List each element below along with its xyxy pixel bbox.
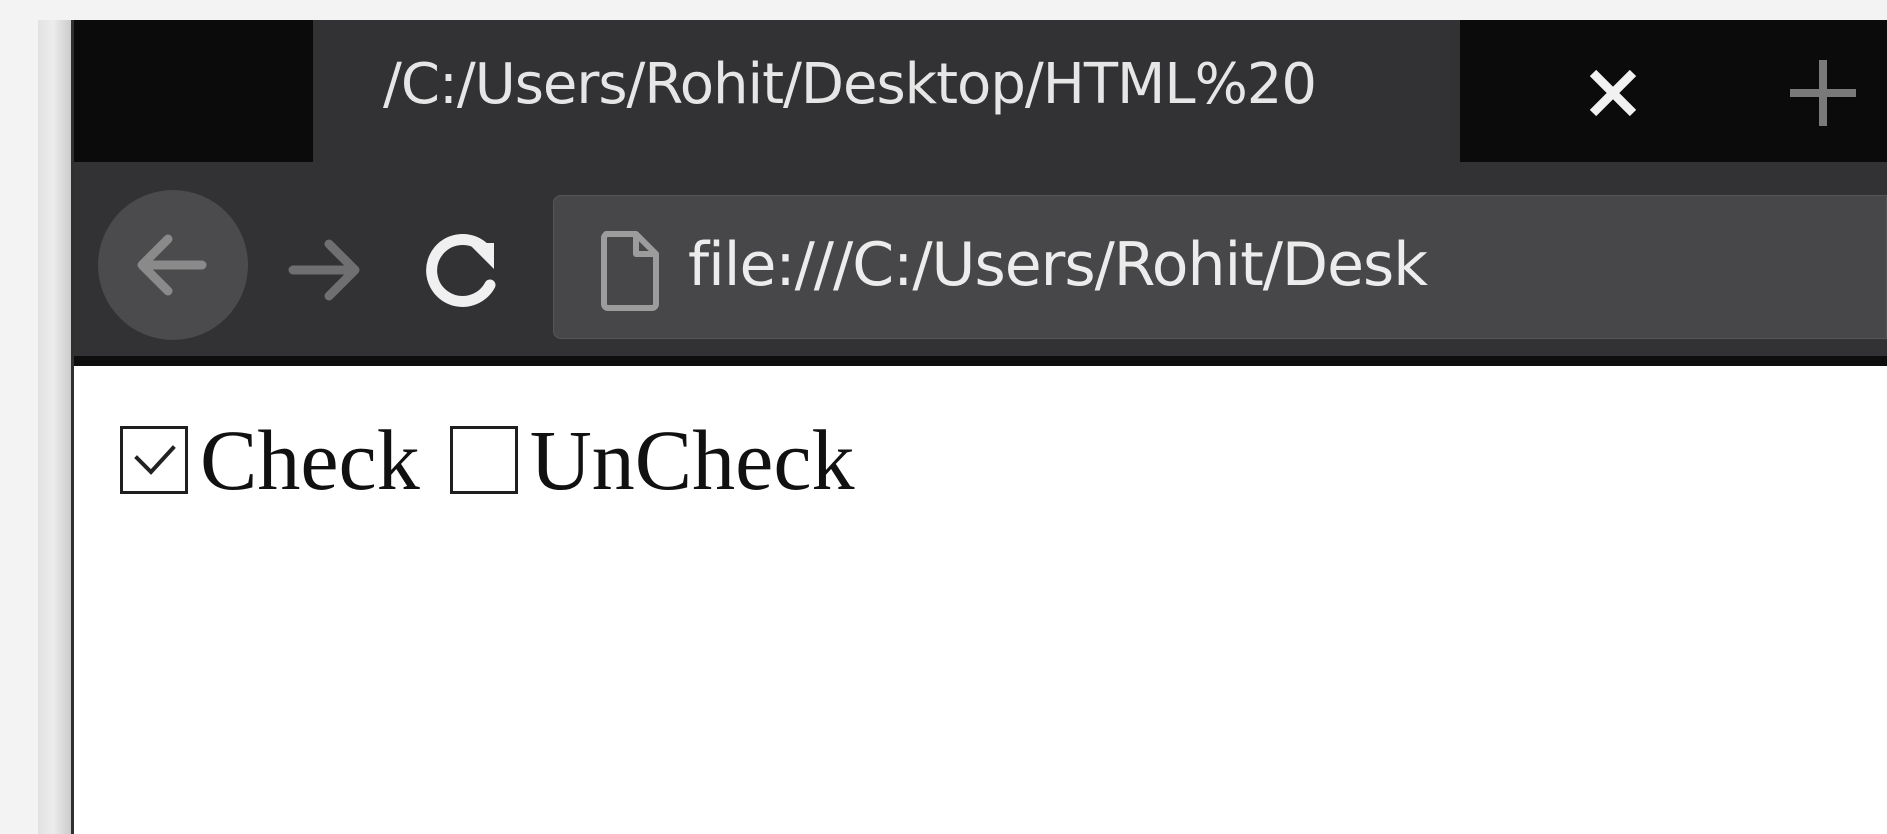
tab-strip: /C:/Users/Rohit/Desktop/HTML%20 (38, 20, 1887, 162)
reload-icon[interactable] (408, 215, 518, 325)
uncheck-checkbox[interactable] (449, 426, 518, 494)
plus-icon[interactable] (1778, 48, 1868, 138)
page-icon (601, 231, 659, 311)
uncheck-label[interactable]: UnCheck (530, 410, 855, 510)
close-icon[interactable] (1578, 58, 1648, 128)
tab-title: /C:/Users/Rohit/Desktop/HTML%20 (383, 52, 1317, 117)
toolbar-divider (38, 356, 1887, 366)
back-arrow-icon[interactable] (98, 190, 248, 340)
browser-window: /C:/Users/Rohit/Desktop/HTML%20 file:///… (38, 20, 1887, 834)
check-label[interactable]: Check (200, 410, 420, 510)
window-left-edge (71, 20, 74, 834)
check-checkbox[interactable] (120, 426, 188, 494)
forward-arrow-icon[interactable] (273, 215, 383, 325)
url-text[interactable]: file:///C:/Users/Rohit/Desk (688, 210, 1887, 320)
window-left-shadow (38, 20, 72, 834)
checkbox-group: Check UnCheck (120, 410, 855, 510)
